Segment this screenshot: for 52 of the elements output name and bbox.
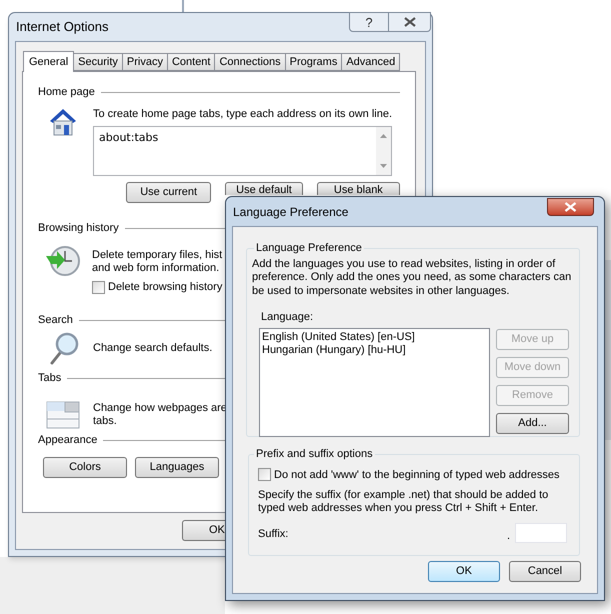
checkbox[interactable] [258, 468, 271, 482]
address-field[interactable]: about:tabs [93, 126, 392, 176]
cancel-button[interactable]: Cancel [509, 561, 581, 582]
description-text: Add the languages you use to read websites, listing in order of preference. Only add the ones you need, as some characters can be used to impersonate websites in other languages. [252, 258, 572, 298]
suffix-field[interactable] [515, 523, 567, 543]
home-page-button[interactable]: Use current [126, 182, 212, 203]
checkbox[interactable] [92, 280, 105, 294]
tab[interactable]: Content [166, 53, 216, 71]
close-button[interactable] [389, 12, 431, 32]
home-page-button[interactable]: Use default [225, 182, 303, 195]
section-heading: Tabs [38, 371, 62, 386]
close-icon [404, 17, 416, 27]
ok-button[interactable]: OK [428, 561, 500, 582]
tab[interactable]: Security [73, 53, 123, 71]
group-title: Language Preference [255, 241, 363, 256]
tab[interactable]: Privacy [122, 53, 168, 71]
dialog-title: Language Preference [233, 204, 348, 220]
tab[interactable]: Connections [214, 53, 286, 71]
list-item[interactable]: English (United States) [en-US] [262, 331, 487, 344]
tabs-icon [46, 400, 80, 430]
section-heading: Browsing history [38, 220, 119, 236]
clock-icon [45, 245, 81, 277]
tab[interactable]: General [23, 51, 74, 72]
hint-text: Specify the suffix (for example .net) that should be added to typed web addresses when you press Ctrl + Shift + Enter. [258, 489, 550, 515]
field-label: Suffix: [258, 527, 288, 541]
help-button[interactable]: ? [349, 12, 389, 32]
list-button[interactable]: Add... [496, 413, 569, 434]
tab[interactable]: Programs [284, 53, 342, 71]
home-page-button[interactable]: Use blank [316, 182, 400, 195]
section-heading: Appearance [38, 433, 98, 448]
close-button[interactable] [547, 198, 594, 216]
scrollbar-drawing [376, 127, 391, 175]
description-text: and web form information. [92, 262, 220, 275]
list-item[interactable]: Hungarian (Hungary) [hu-HU] [262, 344, 487, 357]
close-icon [564, 202, 577, 212]
section-heading: Search [38, 313, 73, 328]
checkbox-label: Do not add 'www' to the beginning of typed web addresses [274, 468, 560, 482]
description-text: tabs. [93, 414, 118, 428]
appearance-button[interactable]: Languages [135, 456, 219, 478]
checkbox-label: Delete browsing history [108, 280, 222, 295]
ok-button[interactable]: OK [182, 520, 225, 541]
description-text: Delete temporary files, hist [92, 249, 222, 262]
section-heading: Home page [38, 84, 95, 100]
tab[interactable]: Advanced [341, 53, 400, 71]
dot-text: . [506, 529, 510, 543]
appearance-button[interactable]: Colors [43, 456, 127, 478]
description-text: Change search defaults. [93, 340, 212, 354]
window-title: Internet Options [16, 18, 108, 36]
list-label: Language: [261, 311, 314, 324]
instruction-text: To create home page tabs, type each address on its own line. [93, 107, 392, 122]
window-edge [182, 0, 184, 12]
group-title: Prefix and suffix options [255, 447, 374, 462]
